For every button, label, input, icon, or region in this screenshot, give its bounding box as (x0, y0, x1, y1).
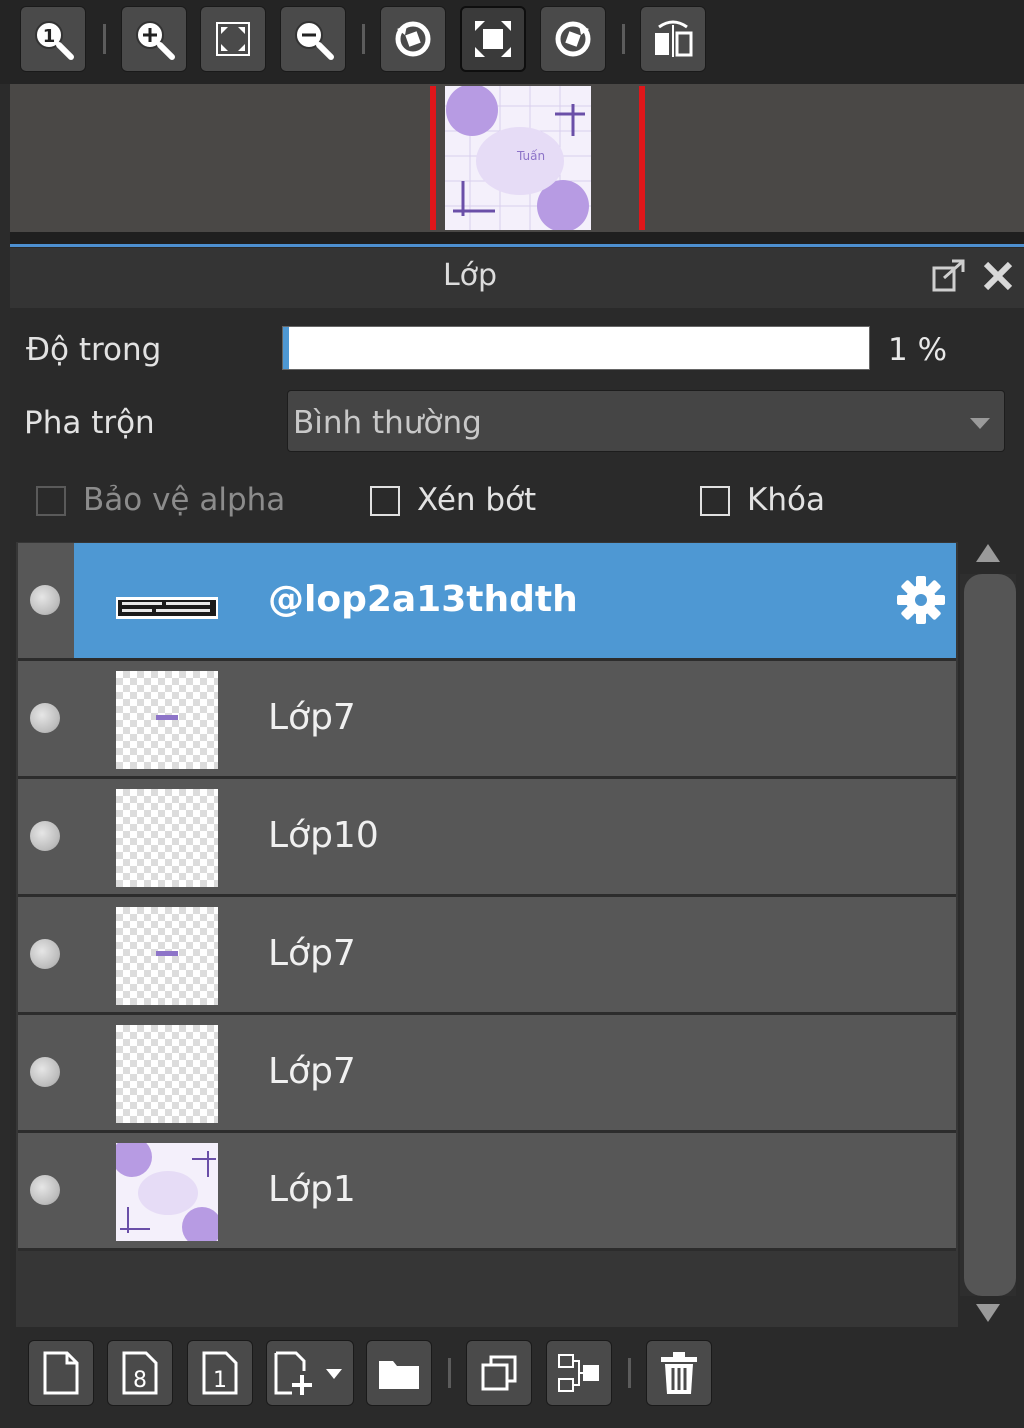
protect-alpha-checkbox[interactable] (36, 486, 66, 516)
layer-row[interactable]: Lớp10 (18, 779, 956, 897)
clipping-label: Xén bớt (417, 482, 537, 518)
opacity-slider[interactable] (282, 326, 870, 370)
flip-horizontal-icon (655, 20, 693, 57)
navigator-thumbnail-text: Tuấn (516, 149, 545, 163)
toolbar-separator (622, 24, 625, 54)
rotate-right-icon (555, 21, 591, 57)
zoom-out-button[interactable] (280, 6, 346, 72)
navigator-thumbnail: Tuấn (445, 86, 591, 230)
scroll-down-icon[interactable] (976, 1304, 1000, 1322)
new-1bit-layer-icon: 1 (202, 1351, 238, 1395)
navigator-viewport-left-edge (430, 86, 436, 230)
zoom-out-icon (295, 21, 334, 60)
add-layer-dropdown-icon (274, 1351, 342, 1395)
duplicate-layer-icon (481, 1355, 517, 1391)
rotate-left-icon (395, 21, 431, 57)
opacity-slider-fill (283, 327, 289, 369)
layer-name: Lớp10 (268, 815, 379, 856)
add-layer-dropdown-button[interactable] (266, 1340, 354, 1406)
close-icon[interactable] (980, 258, 1016, 294)
eye-icon (30, 703, 60, 733)
undock-icon[interactable] (930, 258, 966, 294)
reset-view-icon (475, 21, 511, 57)
opacity-value: 1 % (888, 332, 948, 368)
svg-text:1: 1 (213, 1368, 227, 1393)
lock-label: Khóa (747, 482, 825, 518)
toolbar-separator (628, 1358, 631, 1388)
fit-to-window-icon (216, 22, 250, 56)
chevron-down-icon (970, 418, 990, 429)
layer-name: Lớp7 (268, 933, 356, 974)
new-folder-icon (379, 1361, 419, 1389)
delete-layer-button[interactable] (646, 1340, 712, 1406)
layer-name: Lớp1 (268, 1169, 356, 1210)
layer-row[interactable]: Lớp1 (18, 1133, 956, 1251)
protect-alpha-label: Bảo vệ alpha (83, 482, 286, 518)
view-toolbar: 1 (0, 0, 1024, 84)
new-8bit-layer-button[interactable]: 8 (107, 1340, 173, 1406)
zoom-actual-size-button[interactable]: 1 (20, 6, 86, 72)
clipping-checkbox[interactable] (370, 486, 400, 516)
new-1bit-layer-button[interactable]: 1 (187, 1340, 253, 1406)
rotate-left-button[interactable] (380, 6, 446, 72)
layer-thumbnail (116, 671, 218, 769)
layer-row[interactable]: @lop2a13thdth (18, 543, 956, 661)
merge-down-button[interactable] (546, 1340, 612, 1406)
flip-horizontal-button[interactable] (640, 6, 706, 72)
toolbar-separator (448, 1358, 451, 1388)
visibility-toggle[interactable] (18, 543, 74, 658)
panel-title: Lớp (442, 258, 498, 293)
gear-icon[interactable] (894, 573, 948, 627)
zoom-actual-size-icon: 1 (35, 21, 74, 60)
fit-to-window-button[interactable] (200, 6, 266, 72)
toolbar-separator (103, 24, 106, 54)
eye-icon (30, 939, 60, 969)
blend-mode-value: Bình thường (293, 405, 482, 441)
scroll-up-icon[interactable] (976, 544, 1000, 562)
layer-row[interactable]: Lớp7 (18, 661, 956, 779)
layer-thumbnail (116, 907, 218, 1005)
visibility-toggle[interactable] (18, 1133, 74, 1248)
layer-thumbnail (116, 789, 218, 887)
rotate-right-button[interactable] (540, 6, 606, 72)
eye-icon (30, 1057, 60, 1087)
blend-mode-label: Pha trộn (24, 405, 155, 441)
opacity-label: Độ trong (26, 332, 162, 368)
new-layer-button[interactable] (28, 1340, 94, 1406)
layer-thumbnail (116, 1143, 218, 1241)
merge-down-icon (558, 1354, 599, 1392)
new-layer-icon (43, 1351, 79, 1395)
reset-view-button[interactable] (460, 6, 526, 72)
layer-name: @lop2a13thdth (268, 579, 578, 620)
visibility-toggle[interactable] (18, 897, 74, 1012)
duplicate-layer-button[interactable] (466, 1340, 532, 1406)
new-folder-button[interactable] (366, 1340, 432, 1406)
lock-checkbox[interactable] (700, 486, 730, 516)
svg-text:1: 1 (43, 26, 56, 47)
eye-icon (30, 821, 60, 851)
navigator-viewport-right-edge (639, 86, 645, 230)
delete-layer-icon (661, 1352, 697, 1394)
layer-name: Lớp7 (268, 697, 356, 738)
new-8bit-layer-icon: 8 (122, 1351, 158, 1395)
svg-text:8: 8 (133, 1368, 147, 1393)
layer-thumbnail (116, 1025, 218, 1123)
visibility-toggle[interactable] (18, 779, 74, 894)
layer-thumbnail (116, 553, 218, 651)
visibility-toggle[interactable] (18, 661, 74, 776)
layer-row[interactable]: Lớp7 (18, 1015, 956, 1133)
eye-icon (30, 585, 60, 615)
scrollbar-thumb[interactable] (964, 574, 1016, 1296)
toolbar-separator (362, 24, 365, 54)
eye-icon (30, 1175, 60, 1205)
layer-name: Lớp7 (268, 1051, 356, 1092)
layer-row[interactable]: Lớp7 (18, 897, 956, 1015)
zoom-in-icon (136, 21, 175, 60)
zoom-in-button[interactable] (121, 6, 187, 72)
visibility-toggle[interactable] (18, 1015, 74, 1130)
